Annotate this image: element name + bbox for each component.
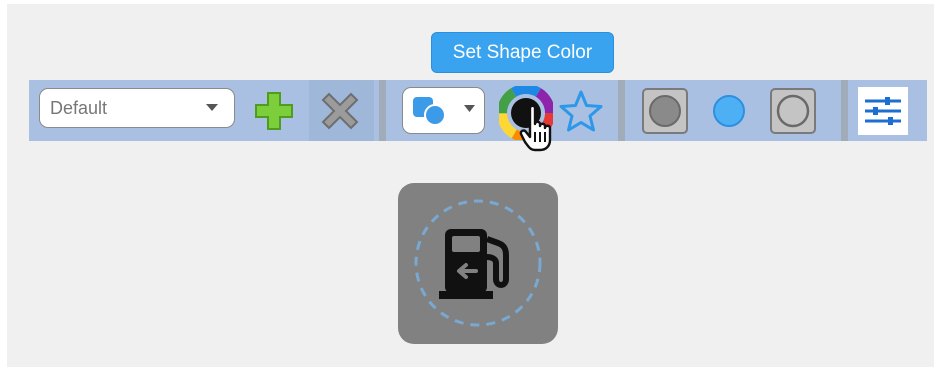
shape-select[interactable] xyxy=(402,87,485,134)
hand-pointer-icon xyxy=(519,104,552,152)
star-icon[interactable] xyxy=(558,89,604,133)
shape-preview xyxy=(398,183,558,344)
plus-icon[interactable] xyxy=(253,90,295,132)
shape-toolbar: Default xyxy=(29,80,927,152)
chevron-down-icon xyxy=(464,105,475,112)
circle-icon[interactable] xyxy=(711,93,747,129)
gas-station-icon xyxy=(414,199,542,327)
tooltip: Set Shape Color xyxy=(431,32,614,73)
toolbar-divider xyxy=(379,80,386,141)
filled-square-icon[interactable] xyxy=(641,87,689,135)
outlined-square-icon[interactable] xyxy=(769,87,817,135)
x-icon[interactable] xyxy=(319,90,361,132)
shapes-icon xyxy=(413,97,446,126)
chevron-down-icon xyxy=(206,104,218,111)
style-select-value: Default xyxy=(50,97,108,118)
tooltip-text: Set Shape Color xyxy=(452,41,593,63)
toolbar-divider xyxy=(841,80,848,141)
toolbar-divider xyxy=(618,80,625,141)
style-select[interactable]: Default xyxy=(39,88,235,128)
sliders-icon[interactable] xyxy=(858,87,908,135)
